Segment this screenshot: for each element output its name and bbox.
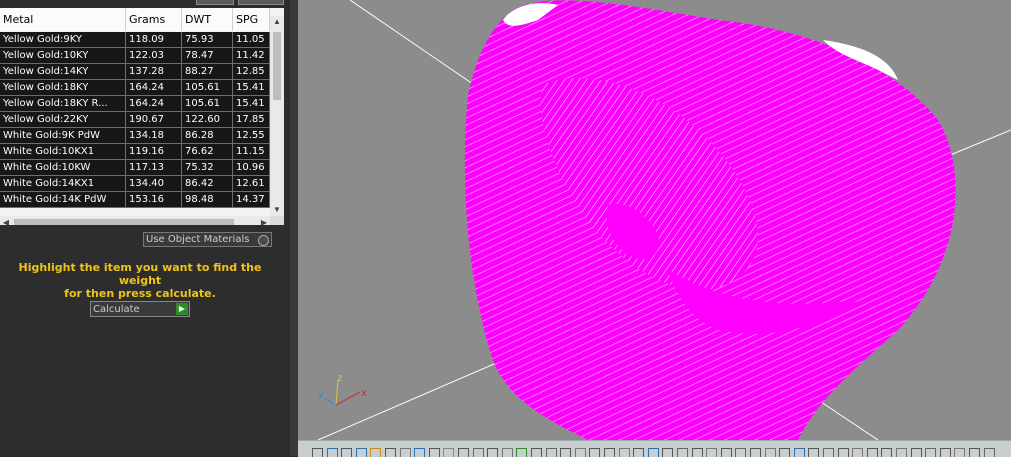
weight-calculator-panel: Metal Grams DWT SPG Yellow Gold:9KY 118.0…	[0, 0, 290, 456]
cell-metal: White Gold:14K PdW	[0, 192, 126, 207]
table-header: Metal Grams DWT SPG	[0, 8, 270, 31]
table-body: Yellow Gold:9KY 118.09 75.93 11.05 Yellow Go…	[0, 32, 270, 216]
cell-metal: Yellow Gold:18KY R...	[0, 96, 126, 111]
vertical-scroll-thumb[interactable]	[273, 32, 281, 100]
cell-metal: White Gold:10KX1	[0, 144, 126, 159]
cell-spg: 10.96	[233, 160, 270, 175]
cell-grams: 137.28	[126, 64, 182, 79]
cell-spg: 12.55	[233, 128, 270, 143]
cell-grams: 164.24	[126, 80, 182, 95]
table-row[interactable]: Yellow Gold:9KY 118.09 75.93 11.05	[0, 32, 270, 48]
cell-spg: 11.15	[233, 144, 270, 159]
table-row[interactable]: White Gold:10KW 117.13 75.32 10.96	[0, 160, 270, 176]
cell-metal: Yellow Gold:10KY	[0, 48, 126, 63]
scroll-down-arrow-icon[interactable]: ▼	[270, 204, 284, 216]
metal-weight-table[interactable]: Metal Grams DWT SPG Yellow Gold:9KY 118.0…	[0, 8, 284, 225]
header-spg[interactable]: SPG	[233, 8, 270, 31]
instruction-line-2: for then press calculate.	[64, 287, 216, 300]
cell-dwt: 86.42	[182, 176, 233, 191]
scroll-corner	[270, 216, 284, 225]
cell-grams: 190.67	[126, 112, 182, 127]
cell-grams: 134.18	[126, 128, 182, 143]
cell-metal: Yellow Gold:18KY	[0, 80, 126, 95]
cell-spg: 12.61	[233, 176, 270, 191]
table-row[interactable]: Yellow Gold:18KY 164.24 105.61 15.41	[0, 80, 270, 96]
table-row[interactable]: Yellow Gold:10KY 122.03 78.47 11.42	[0, 48, 270, 64]
cell-spg: 17.85	[233, 112, 270, 127]
header-dwt[interactable]: DWT	[182, 8, 233, 31]
table-row[interactable]: White Gold:10KX1 119.16 76.62 11.15	[0, 144, 270, 160]
play-arrow-icon[interactable]: ▶	[176, 303, 188, 315]
table-row[interactable]: Yellow Gold:14KY 137.28 88.27 12.85	[0, 64, 270, 80]
cell-metal: White Gold:9K PdW	[0, 128, 126, 143]
table-row[interactable]: White Gold:9K PdW 134.18 86.28 12.55	[0, 128, 270, 144]
axis-gizmo: y z x	[318, 373, 367, 406]
cell-dwt: 122.60	[182, 112, 233, 127]
use-object-materials-option[interactable]: Use Object Materials	[143, 232, 272, 247]
cell-grams: 117.13	[126, 160, 182, 175]
cell-spg: 12.85	[233, 64, 270, 79]
calculate-label: Calculate	[93, 304, 140, 315]
axis-z-label: z	[337, 373, 342, 384]
panel-top-button-2[interactable]	[238, 0, 284, 5]
cell-dwt: 78.47	[182, 48, 233, 63]
cell-spg: 14.37	[233, 192, 270, 207]
cell-spg: 15.41	[233, 96, 270, 111]
cell-grams: 134.40	[126, 176, 182, 191]
cell-spg: 11.05	[233, 32, 270, 47]
cell-metal: Yellow Gold:14KY	[0, 64, 126, 79]
axis-x-label: x	[361, 388, 367, 399]
viewport-toolbar	[298, 440, 1011, 457]
scroll-left-arrow-icon[interactable]: ◀	[0, 216, 12, 225]
table-row[interactable]: White Gold:14K PdW 153.16 98.48 14.37	[0, 192, 270, 208]
scroll-up-arrow-icon[interactable]: ▲	[270, 16, 284, 28]
instruction-line-1: Highlight the item you want to find the …	[18, 261, 262, 287]
panel-top-button-1[interactable]	[196, 0, 234, 5]
axis-y-label: y	[318, 389, 324, 400]
cell-grams: 122.03	[126, 48, 182, 63]
cell-dwt: 86.28	[182, 128, 233, 143]
use-object-materials-label: Use Object Materials	[146, 234, 250, 245]
cell-metal: Yellow Gold:22KY	[0, 112, 126, 127]
table-row[interactable]: White Gold:14KX1 134.40 86.42 12.61	[0, 176, 270, 192]
cell-metal: White Gold:10KW	[0, 160, 126, 175]
table-row[interactable]: Yellow Gold:22KY 190.67 122.60 17.85	[0, 112, 270, 128]
viewport-canvas: y z x	[317, 0, 1011, 440]
cell-dwt: 105.61	[182, 80, 233, 95]
vertical-scrollbar[interactable]: ▲ ▼	[270, 16, 284, 216]
cell-grams: 164.24	[126, 96, 182, 111]
cell-grams: 153.16	[126, 192, 182, 207]
cell-dwt: 75.32	[182, 160, 233, 175]
cell-grams: 118.09	[126, 32, 182, 47]
panel-top-buttons	[196, 0, 286, 5]
cell-spg: 15.41	[233, 80, 270, 95]
cell-metal: Yellow Gold:9KY	[0, 32, 126, 47]
calculate-button[interactable]: Calculate ▶	[90, 301, 190, 317]
3d-viewport[interactable]: y z x	[298, 0, 1011, 440]
horizontal-scroll-thumb[interactable]	[14, 219, 234, 225]
instruction-text: Highlight the item you want to find the …	[0, 261, 280, 300]
cell-grams: 119.16	[126, 144, 182, 159]
cell-dwt: 88.27	[182, 64, 233, 79]
use-object-materials-checkbox[interactable]	[258, 235, 269, 246]
cell-dwt: 105.61	[182, 96, 233, 111]
table-row[interactable]: Yellow Gold:18KY R... 164.24 105.61 15.41	[0, 96, 270, 112]
scroll-right-arrow-icon[interactable]: ▶	[258, 216, 270, 225]
cell-metal: White Gold:14KX1	[0, 176, 126, 191]
header-grams[interactable]: Grams	[126, 8, 182, 31]
cell-spg: 11.42	[233, 48, 270, 63]
header-metal[interactable]: Metal	[0, 8, 126, 31]
cell-dwt: 98.48	[182, 192, 233, 207]
cell-dwt: 75.93	[182, 32, 233, 47]
ring-mesh-model[interactable]	[464, 0, 956, 440]
horizontal-scrollbar[interactable]: ◀ ▶	[0, 216, 270, 225]
cell-dwt: 76.62	[182, 144, 233, 159]
